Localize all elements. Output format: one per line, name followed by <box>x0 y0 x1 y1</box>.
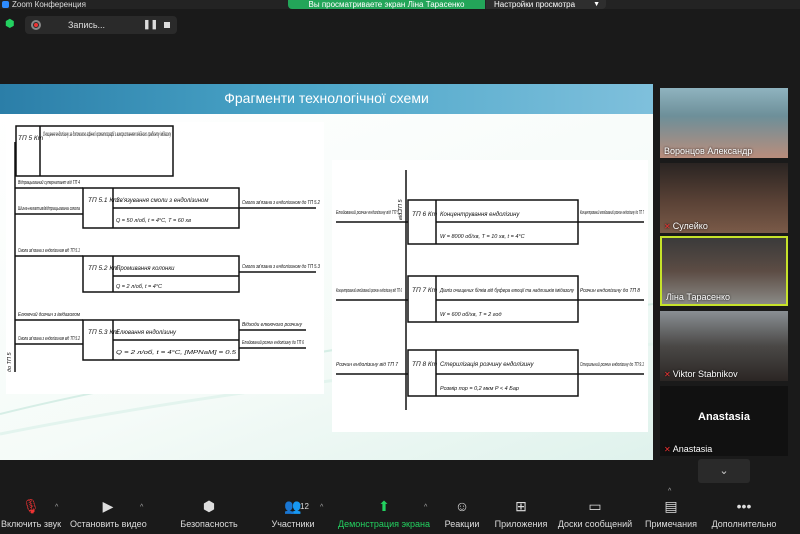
participant-tile-active[interactable]: Ліна Тарасенко <box>660 236 788 306</box>
recording-label: Запись... <box>68 20 106 30</box>
unmute-button[interactable]: 🎙 ^ Включить звук <box>0 486 62 534</box>
ltp-row3-in2: Смола зв'язана з ендолізином від ТП 5.2 <box>18 336 80 342</box>
scheme-right: від ТП 5 ТП 6 Кт Концентрування ендолізи… <box>332 160 648 432</box>
participant-name: ✕ Anastasia <box>664 444 713 454</box>
participant-name: ✕ Viktor Stabnikov <box>664 369 738 379</box>
rtp-row1-out: Концентрований елюйований розчин ендоліз… <box>580 209 644 216</box>
gallery-scroll-down-button[interactable]: ⌄ <box>698 459 750 483</box>
chevron-up-icon: ^ <box>424 504 428 511</box>
reactions-button[interactable]: ☺ Реакции <box>440 486 484 534</box>
rtp-row3-out: Стерильний розчин ендолізину до ТП 9.1 <box>580 361 644 368</box>
stop-recording-button[interactable] <box>164 22 170 28</box>
shield-icon: ⬢ <box>202 498 216 514</box>
ltp-start-text: Очищення ендолізину за допомогою афінної… <box>43 131 171 138</box>
rtp-row1-params: W = 8000 об/хв, T = 10 хв, t = 4°С <box>440 234 525 240</box>
ltp-row1-in2: Шина-негатив/відпрацьована смола <box>18 206 80 212</box>
ltp-row3-in1: Елюючий дозчин з імідазолом <box>18 311 80 318</box>
apps-icon: ⊞ <box>515 498 527 514</box>
stop-video-button[interactable]: ▶ ^ Остановить видео <box>70 486 147 534</box>
security-button[interactable]: ⬢ Безопасность <box>178 486 240 534</box>
rtp-row3-params: Розмір пор = 0,2 мкм P < 4 Бар <box>440 386 519 392</box>
participants-button[interactable]: 👥 12 ^ Участники <box>262 486 324 534</box>
meeting-toolbar: 🎙 ^ Включить звук ▶ ^ Остановить видео ⬢… <box>0 486 800 534</box>
left-axis-label: до ТП 5 <box>7 352 13 373</box>
ltp-row1-out: Смола зв'язана з ендолізином до ТП 5.2 <box>242 200 320 206</box>
ltp-row3-params: Q = 2 л/об, t = 4°С, [MPNaM] = 0.5 <box>116 350 236 356</box>
rtp-row1-code: ТП 6 Кт <box>412 211 438 218</box>
participant-tile[interactable]: ✕ Viktor Stabnikov <box>660 311 788 381</box>
scheme-left: ТП 5 Кт Очищення ендолізину за допомогою… <box>6 122 324 394</box>
muted-mic-icon: ✕ <box>664 445 671 454</box>
participants-count: 12 <box>300 502 309 511</box>
participant-tile[interactable]: ✕ Сулейко <box>660 163 788 233</box>
ltp-row2-out: Смола зв'язана з ендолізином до ТП 5.3 <box>242 264 321 270</box>
share-screen-button[interactable]: ⬆ ^ Демонстрация экрана <box>338 486 430 534</box>
record-icon <box>31 20 41 30</box>
apps-button[interactable]: ⊞ Приложения <box>494 486 548 534</box>
chevron-down-icon: ▼ <box>593 1 600 8</box>
ellipsis-icon: ••• <box>736 498 752 514</box>
ltp-row1-in1: Відпрацьований супернатант від ТП 4 <box>18 179 80 186</box>
rtp-row1-text: Концентрування ендолізину <box>440 212 520 218</box>
shield-icon[interactable]: ⬢ <box>5 19 15 30</box>
participant-name: Воронцов Александр <box>664 146 753 156</box>
share-screen-icon: ⬆ <box>378 498 390 514</box>
chevron-up-icon: ^ <box>140 504 144 511</box>
ltp-row2-code: ТП 5.2 Кт <box>88 265 119 272</box>
ltp-row1-params: Q = 50 л/об, t = 4°С, T = 60 хв <box>116 218 191 224</box>
recording-indicator: Запись... ❚❚ <box>25 16 177 34</box>
slide-body: ТП 5 Кт Очищення ендолізину за допомогою… <box>0 114 653 460</box>
chevron-down-icon: ⌄ <box>719 465 729 477</box>
chevron-up-icon: ^ <box>55 504 59 511</box>
view-options-button[interactable]: Настройки просмотра ▼ <box>486 0 606 9</box>
rtp-row2-out: Розчин ендолізину до ТП 8 <box>580 288 641 294</box>
ltp-row3-text: Елювання ендолізину <box>116 330 177 336</box>
shared-screen: Фрагменти технологічної схеми ТП 5 Кт Оч… <box>0 84 653 460</box>
rtp-row3-text: Стерилізація розчину ендолізину <box>440 362 535 368</box>
participant-gallery: Воронцов Александр ✕ Сулейко Ліна Тарасен… <box>653 84 800 460</box>
view-options-label: Настройки просмотра <box>494 0 576 9</box>
slide-header: Фрагменти технологічної схеми <box>0 84 653 114</box>
ltp-row3-out2: Елюйований розчин ендолізину до ТП 6 <box>242 339 305 346</box>
muted-mic-icon: ✕ <box>664 370 671 379</box>
ltp-row2-params: Q = 2 л/об, t = 4°С <box>116 284 162 290</box>
slide-title: Фрагменти технологічної схеми <box>224 90 429 106</box>
rtp-row2-params: W = 600 об/хв, T = 2 год <box>440 312 502 318</box>
rtp-row3-code: ТП 8 Кт <box>412 361 438 368</box>
participant-name: Ліна Тарасенко <box>666 292 731 302</box>
participant-tile-no-video[interactable]: Anastasia ✕ Anastasia <box>660 386 788 456</box>
window-title: Zoom Конференция <box>12 0 86 9</box>
chevron-up-icon: ^ <box>320 504 324 511</box>
meeting-topbar: ⬢ Запись... ❚❚ <box>0 9 800 84</box>
ltp-row1-text: Зв'язування смоли з ендолізином <box>116 198 208 204</box>
notes-icon: ▤ <box>664 498 678 514</box>
video-camera-icon: ▶ <box>102 498 114 514</box>
whiteboards-button[interactable]: ▭ Доски сообщений <box>556 486 634 534</box>
rtp-row2-in1: Концентрований елюйований розчин ендоліз… <box>336 287 402 294</box>
rtp-row2-code: ТП 7 Кт <box>412 287 438 294</box>
ltp-row2-text: Промивання колонки <box>116 266 175 272</box>
rtp-row1-in1: Елюйований розчин ендолізину від ТП 5.3 <box>336 209 403 216</box>
participant-display-name: Anastasia <box>698 411 750 423</box>
ltp-row3-out: Відходи елюючого розчину <box>242 322 303 328</box>
ltp-row2-in1: Смола зв'язана з ендолізином від ТП 5.1 <box>18 248 80 254</box>
rtp-row2-text: Діаліз очищених білків від буфера елюції… <box>439 288 575 294</box>
more-button[interactable]: ••• Дополнительно <box>708 486 780 534</box>
participant-name: ✕ Сулейко <box>664 221 708 231</box>
notes-button[interactable]: ▤ ^ Примечания <box>644 486 698 534</box>
muted-mic-icon: ✕ <box>664 222 671 231</box>
mic-muted-icon: 🎙 <box>22 498 40 514</box>
sharing-banner: Вы просматриваете экран Ліна Тарасенко <box>288 0 485 9</box>
rtp-row3-in1: Розчин ендолізину від ТП 7 <box>336 362 399 368</box>
zoom-logo-icon <box>2 1 9 8</box>
pause-recording-button[interactable]: ❚❚ <box>143 19 158 30</box>
participant-tile[interactable]: Воронцов Александр <box>660 88 788 158</box>
ltp-row1-code: ТП 5.1 Кт <box>88 197 119 204</box>
ltp-start-code: ТП 5 Кт <box>18 135 44 142</box>
smiley-icon: ☺ <box>454 498 470 514</box>
chevron-up-icon: ^ <box>668 488 672 495</box>
people-icon: 👥 <box>284 498 302 514</box>
ltp-row3-code: ТП 5.3 Кт <box>88 329 119 336</box>
whiteboard-icon: ▭ <box>588 498 602 514</box>
